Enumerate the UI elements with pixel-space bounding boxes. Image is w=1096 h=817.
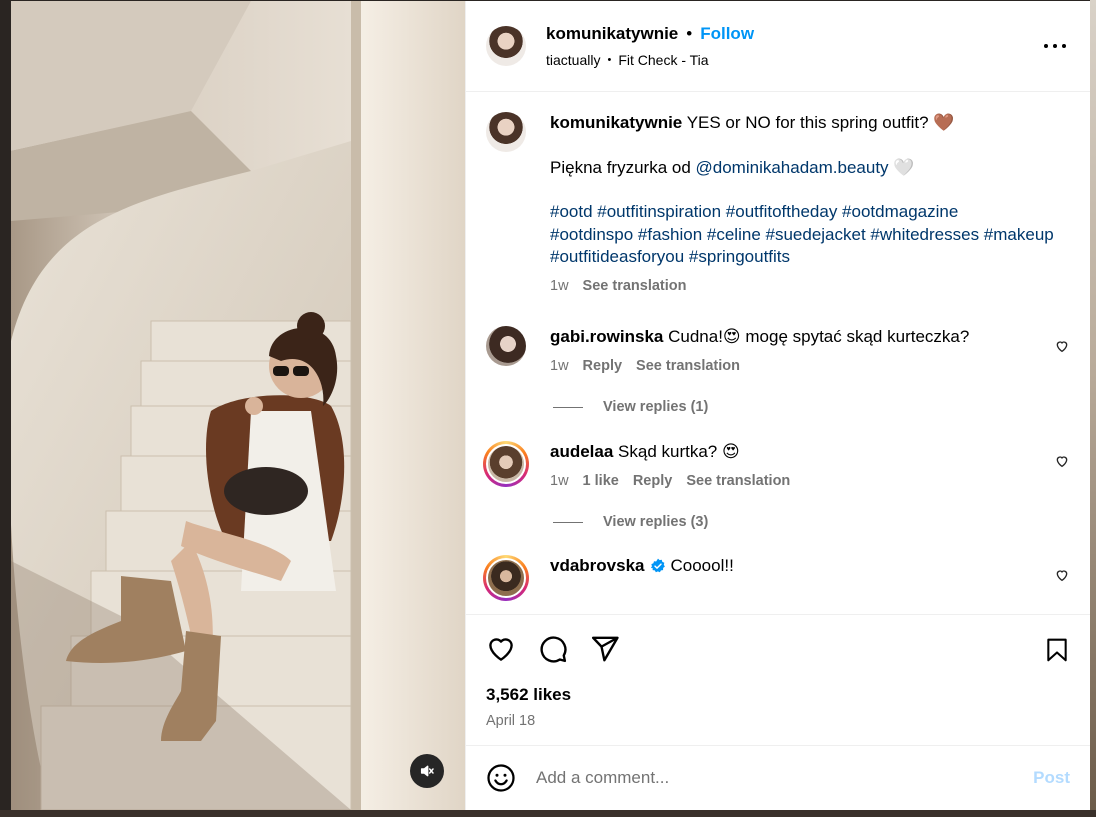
reply-button[interactable]: Reply	[583, 355, 623, 378]
see-translation-button[interactable]: See translation	[686, 470, 790, 493]
view-replies-button[interactable]: View replies (1)	[553, 399, 1070, 415]
caption-avatar[interactable]	[486, 112, 526, 152]
comment-username[interactable]: audelaa	[550, 442, 613, 461]
comment-text: Skąd kurtka? 😍	[618, 442, 740, 461]
divider-line	[553, 406, 583, 408]
reply-button[interactable]: Reply	[633, 470, 673, 493]
caption-line2-text: Piękna fryzurka od	[550, 157, 696, 177]
comments-list[interactable]: komunikatywnie YES or NO for this spring…	[466, 92, 1090, 614]
video-frame	[11, 1, 465, 810]
separator-dot: •	[607, 54, 612, 66]
caption-line2-suffix: 🤍	[888, 157, 915, 177]
post-details-panel: komunikatywnie • Follow tiactually • Fit…	[465, 1, 1090, 810]
comment: audelaa Skąd kurtka? 😍 1w 1 like Reply S…	[483, 441, 1070, 493]
backdrop-bottom-strip	[0, 810, 1096, 817]
comment-input[interactable]	[536, 768, 1034, 788]
emoji-icon[interactable]	[486, 763, 516, 793]
mute-button[interactable]	[410, 754, 444, 788]
backdrop-photo-strip	[1090, 0, 1096, 817]
hashtags-line[interactable]: #ootdinspo #fashion #celine #suedejacket…	[550, 224, 1070, 247]
post-modal: komunikatywnie • Follow tiactually • Fit…	[11, 1, 1090, 810]
heart-icon[interactable]	[486, 634, 516, 664]
heart-icon[interactable]	[1054, 338, 1070, 354]
hashtags-line[interactable]: #outfitideasforyou #springoutfits	[550, 246, 1070, 269]
view-replies-button[interactable]: View replies (3)	[553, 514, 1070, 530]
post-header: komunikatywnie • Follow tiactually • Fit…	[466, 1, 1090, 92]
commenter-avatar[interactable]	[486, 326, 526, 366]
audio-track[interactable]: Fit Check - Tia	[618, 52, 708, 68]
commenter-avatar	[486, 558, 526, 598]
commenter-avatar	[486, 444, 526, 484]
heart-icon[interactable]	[1054, 567, 1070, 583]
comment-time[interactable]: 1w	[550, 470, 569, 493]
post-actions: 3,562 likes April 18	[466, 614, 1090, 745]
audio-user[interactable]: tiactually	[546, 52, 600, 68]
author-username[interactable]: komunikatywnie	[546, 24, 678, 44]
speaker-muted-icon	[420, 765, 434, 777]
add-comment-bar: Post	[466, 745, 1090, 810]
separator-dot: •	[686, 24, 693, 43]
view-replies-label: View replies (1)	[603, 399, 709, 415]
comment-username[interactable]: gabi.rowinska	[550, 327, 663, 346]
comment-likes[interactable]: 1 like	[583, 470, 619, 493]
post-comment-button[interactable]: Post	[1033, 768, 1070, 788]
share-icon[interactable]	[590, 634, 620, 664]
caption-username[interactable]: komunikatywnie	[550, 113, 682, 132]
view-replies-label: View replies (3)	[603, 514, 709, 530]
hashtags-line[interactable]: #ootd #outfitinspiration #outfitoftheday…	[550, 201, 1070, 224]
caption: komunikatywnie YES or NO for this spring…	[486, 112, 1070, 297]
story-ring[interactable]	[483, 441, 529, 487]
follow-button[interactable]: Follow	[700, 24, 754, 44]
comment: gabi.rowinska Cudna!😍 mogę spytać skąd k…	[486, 326, 1070, 377]
see-translation-button[interactable]: See translation	[583, 275, 687, 298]
likes-count[interactable]: 3,562 likes	[486, 685, 1070, 705]
heart-icon[interactable]	[1054, 453, 1070, 469]
comment: vdabrovska Cooool!!	[483, 555, 1070, 601]
more-options-icon[interactable]	[1044, 37, 1066, 55]
caption-mention-link[interactable]: @dominikahadam.beauty	[696, 158, 889, 177]
comment-time[interactable]: 1w	[550, 355, 569, 378]
caption-text: YES or NO for this spring outfit? 🤎	[686, 113, 955, 132]
comment-icon[interactable]	[538, 634, 568, 664]
divider-line	[553, 521, 583, 523]
caption-time[interactable]: 1w	[550, 275, 569, 298]
post-video[interactable]	[11, 1, 465, 810]
see-translation-button[interactable]: See translation	[636, 355, 740, 378]
author-avatar[interactable]	[486, 26, 526, 66]
comment-text: Cooool!!	[670, 556, 734, 575]
post-date[interactable]: April 18	[486, 713, 1070, 729]
comment-text: Cudna!😍 mogę spytać skąd kurteczka?	[668, 327, 970, 346]
story-ring[interactable]	[483, 555, 529, 601]
comment-username[interactable]: vdabrovska	[550, 555, 645, 578]
verified-badge-icon	[650, 558, 665, 573]
bookmark-icon[interactable]	[1044, 636, 1070, 664]
